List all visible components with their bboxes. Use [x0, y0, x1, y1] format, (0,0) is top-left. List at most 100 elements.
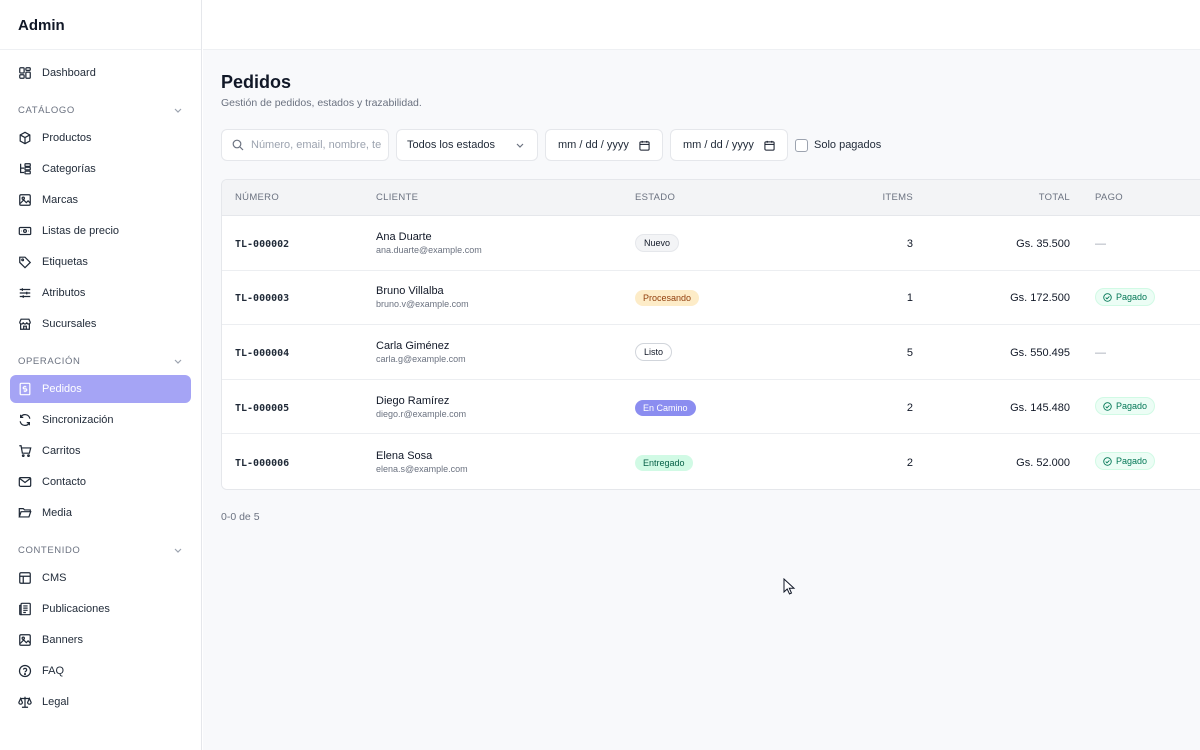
client-name: Diego Ramírez	[376, 394, 450, 407]
sidebar-item-label: Legal	[42, 696, 69, 708]
table-row[interactable]: TL-000006 Elena Sosa elena.s@example.com…	[222, 434, 1200, 489]
date-from-input[interactable]: mm / dd / yyyy	[545, 129, 663, 161]
pagination-summary: 0-0 de 5	[221, 511, 260, 523]
sidebar-item-categorias[interactable]: Categorías	[10, 155, 191, 183]
layout-icon	[18, 571, 32, 585]
sidebar-item-contacto[interactable]: Contacto	[10, 468, 191, 496]
search-placeholder: Número, email, nombre, te	[251, 139, 382, 151]
client-email: carla.g@example.com	[376, 353, 466, 364]
sidebar-item-label: Sincronización	[42, 414, 114, 426]
order-total: Gs. 172.500	[1010, 292, 1070, 305]
order-number[interactable]: TL-000002	[235, 239, 289, 250]
section-catalogo[interactable]: CATÁLOGO	[18, 99, 183, 121]
sidebar-nav: Dashboard CATÁLOGO Productos Categorías …	[0, 50, 201, 716]
payment-badge: Pagado	[1095, 452, 1156, 471]
header-payment[interactable]: PAGO	[1070, 192, 1170, 203]
image-icon	[18, 193, 32, 207]
help-circle-icon	[18, 664, 32, 678]
page-title: Pedidos	[221, 72, 292, 92]
paid-only-label: Solo pagados	[814, 139, 882, 151]
sidebar-item-legal[interactable]: Legal	[10, 688, 191, 716]
order-number[interactable]: TL-000004	[235, 348, 289, 359]
header-items[interactable]: ITEMS	[835, 192, 913, 203]
sidebar-item-publicaciones[interactable]: Publicaciones	[10, 595, 191, 623]
table-row[interactable]: TL-000004 Carla Giménez carla.g@example.…	[222, 325, 1200, 380]
table-row[interactable]: TL-000002 Ana Duarte ana.duarte@example.…	[222, 216, 1200, 271]
sidebar-item-label: FAQ	[42, 665, 65, 677]
client-name: Bruno Villalba	[376, 285, 444, 298]
calendar-icon[interactable]	[764, 140, 775, 151]
sidebar-item-label: Marcas	[42, 194, 79, 206]
order-total: Gs. 550.495	[1010, 346, 1070, 359]
header-status[interactable]: ESTADO	[635, 192, 835, 203]
page-subtitle: Gestión de pedidos, estados y trazabilid…	[221, 97, 422, 109]
section-title: CONTENIDO	[18, 544, 81, 556]
sidebar-item-banners[interactable]: Banners	[10, 626, 191, 654]
order-total: Gs. 145.480	[1010, 401, 1070, 414]
sidebar-item-productos[interactable]: Productos	[10, 124, 191, 152]
section-contenido[interactable]: CONTENIDO	[18, 539, 183, 561]
store-icon	[18, 317, 32, 331]
sidebar-item-label: Categorías	[42, 163, 96, 175]
payment-empty: —	[1095, 346, 1106, 359]
check-circle-icon	[1103, 292, 1112, 302]
client-name: Carla Giménez	[376, 339, 450, 352]
date-to-input[interactable]: mm / dd / yyyy	[670, 129, 788, 161]
client-email: elena.s@example.com	[376, 463, 468, 474]
section-operacion[interactable]: OPERACIÓN	[18, 350, 183, 372]
sidebar-item-pedidos[interactable]: Pedidos	[10, 375, 191, 403]
date-from-value: mm / dd / yyyy	[558, 139, 629, 151]
header-client[interactable]: CLIENTE	[376, 192, 635, 203]
sidebar-item-cms[interactable]: CMS	[10, 564, 191, 592]
dashboard-icon	[18, 66, 32, 80]
status-badge: Listo	[635, 343, 673, 362]
sidebar-item-label: Atributos	[42, 287, 86, 299]
search-icon	[232, 139, 244, 151]
chevron-down-icon	[516, 143, 524, 148]
top-bar	[203, 0, 1200, 50]
payment-label: Pagado	[1116, 401, 1148, 412]
header-number[interactable]: NÚMERO	[222, 192, 376, 203]
sidebar-item-label: Dashboard	[42, 67, 96, 79]
sidebar-item-sucursales[interactable]: Sucursales	[10, 310, 191, 338]
header-total[interactable]: TOTAL	[913, 192, 1070, 203]
order-number[interactable]: TL-000005	[235, 403, 289, 414]
search-input[interactable]: Número, email, nombre, te	[221, 129, 389, 161]
category-tree-icon	[18, 162, 32, 176]
calendar-icon[interactable]	[639, 140, 650, 151]
checkbox-box[interactable]	[795, 138, 808, 152]
receipt-icon	[18, 382, 32, 396]
mouse-cursor-icon	[783, 578, 796, 595]
order-total: Gs. 35.500	[1016, 237, 1070, 250]
sidebar-item-marcas[interactable]: Marcas	[10, 186, 191, 214]
paid-only-checkbox[interactable]: Solo pagados	[795, 138, 882, 152]
sidebar-item-atributos[interactable]: Atributos	[10, 279, 191, 307]
chevron-down-icon	[174, 359, 182, 364]
sidebar-item-label: Carritos	[42, 445, 81, 457]
newspaper-icon	[18, 602, 32, 616]
sidebar-item-dashboard[interactable]: Dashboard	[10, 59, 191, 87]
client-email: bruno.v@example.com	[376, 299, 469, 310]
cart-icon	[18, 444, 32, 458]
price-list-icon	[18, 224, 32, 238]
sidebar-item-faq[interactable]: FAQ	[10, 657, 191, 685]
main-content: Pedidos Gestión de pedidos, estados y tr…	[203, 50, 1200, 750]
chevron-down-icon	[174, 548, 182, 553]
client-name: Elena Sosa	[376, 449, 433, 462]
payment-label: Pagado	[1116, 292, 1148, 303]
status-select[interactable]: Todos los estados	[396, 129, 538, 161]
sidebar-item-carritos[interactable]: Carritos	[10, 437, 191, 465]
sidebar-item-listas-de-precio[interactable]: Listas de precio	[10, 217, 191, 245]
box-icon	[18, 131, 32, 145]
client-email: ana.duarte@example.com	[376, 244, 482, 255]
table-row[interactable]: TL-000005 Diego Ramírez diego.r@example.…	[222, 379, 1200, 435]
table-row[interactable]: TL-000003 Bruno Villalba bruno.v@example…	[222, 270, 1200, 326]
sidebar-item-etiquetas[interactable]: Etiquetas	[10, 248, 191, 276]
sidebar-item-sincronizacion[interactable]: Sincronización	[10, 406, 191, 434]
sidebar-item-label: Banners	[42, 634, 83, 646]
order-total: Gs. 52.000	[1016, 456, 1070, 469]
order-number[interactable]: TL-000006	[235, 458, 289, 469]
sidebar-item-media[interactable]: Media	[10, 499, 191, 527]
status-badge: Procesando	[635, 290, 700, 307]
order-number[interactable]: TL-000003	[235, 293, 289, 304]
